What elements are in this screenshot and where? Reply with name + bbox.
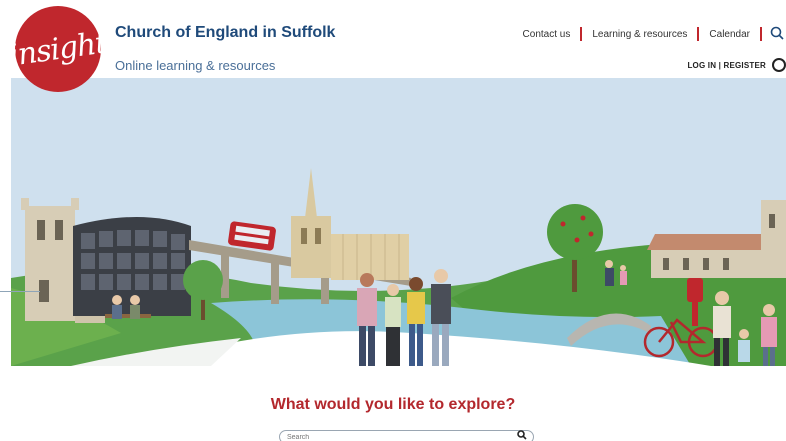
nav-calendar[interactable]: Calendar (699, 29, 760, 40)
nav-learning-resources[interactable]: Learning & resources (582, 29, 697, 40)
nav-separator (760, 27, 762, 41)
search-icon[interactable] (517, 430, 527, 441)
insight-logo[interactable]: insight (7, 6, 109, 92)
divider-line (0, 291, 40, 292)
site-subtitle: Online learning & resources (115, 58, 276, 73)
site-header: insight Church of England in Suffolk Onl… (0, 0, 786, 92)
hero-scene (11, 48, 786, 366)
silos (331, 234, 409, 280)
search-icon[interactable] (770, 26, 786, 42)
site-title[interactable]: Church of England in Suffolk (115, 24, 335, 42)
search-input[interactable] (287, 432, 507, 441)
explore-search-box[interactable] (279, 430, 534, 441)
hero-illustration (11, 48, 786, 366)
top-navigation: Contact us Learning & resources Calendar (513, 26, 786, 42)
page: insight Church of England in Suffolk Onl… (0, 0, 786, 441)
login-register-link[interactable]: LOG IN | REGISTER (687, 61, 766, 70)
nav-contact-us[interactable]: Contact us (513, 29, 581, 40)
account-links: LOG IN | REGISTER (687, 58, 786, 72)
user-icon[interactable] (772, 58, 786, 72)
logo-text: insight (7, 24, 109, 74)
explore-heading: What would you like to explore? (270, 396, 516, 413)
